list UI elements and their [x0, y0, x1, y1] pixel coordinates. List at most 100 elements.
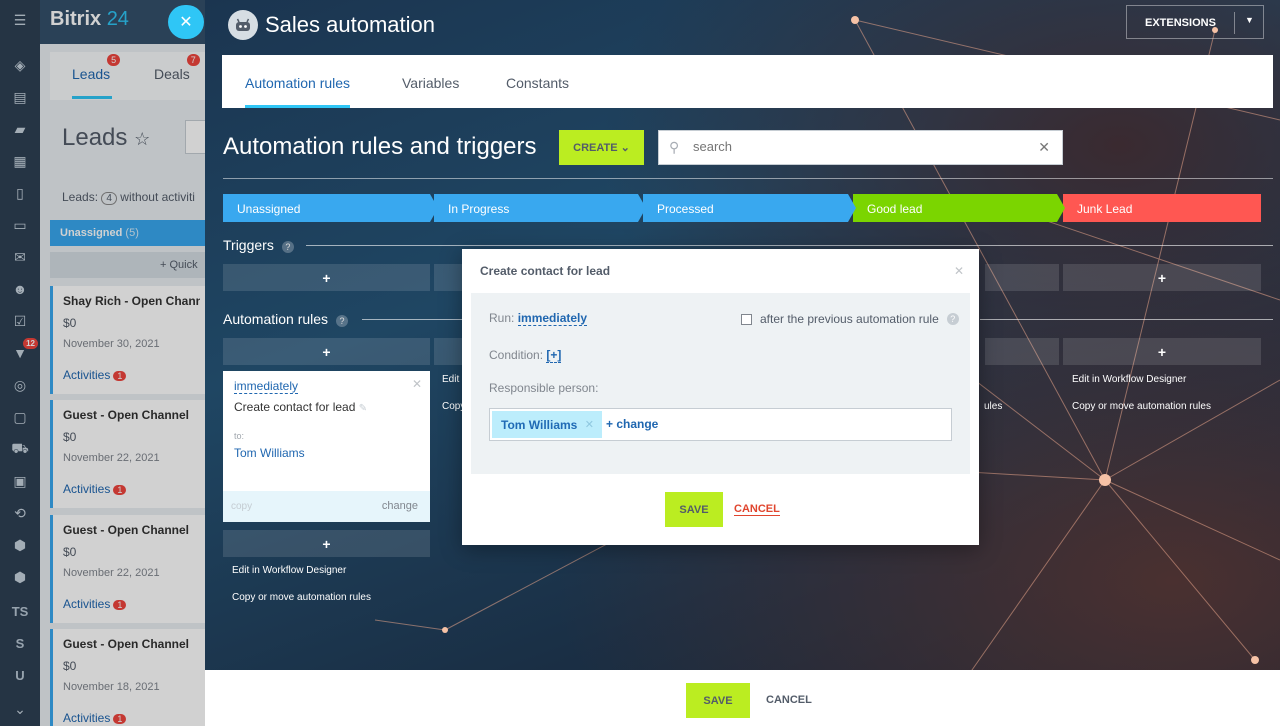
lead-card-activities[interactable]: Activities 1	[63, 711, 200, 725]
lead-card-activities[interactable]: Activities 1	[63, 368, 200, 382]
chevron-down-icon[interactable]: ⌄	[0, 694, 40, 724]
add-rule-button[interactable]: +	[1063, 338, 1261, 365]
activities-badge: 1	[113, 371, 127, 381]
lead-card-title[interactable]: Guest - Open Channel	[63, 523, 200, 537]
calendar-icon[interactable]: ▦	[0, 146, 40, 176]
chevron-down-icon[interactable]: ▼	[1245, 15, 1254, 25]
add-rule-button[interactable]: +	[223, 338, 430, 365]
extensions-button[interactable]: EXTENSIONS ▼	[1126, 5, 1264, 39]
lead-card-title[interactable]: Shay Rich - Open Channel	[63, 294, 200, 308]
contact-card-icon[interactable]: ▣	[0, 466, 40, 496]
change-rule-link[interactable]: change	[382, 500, 418, 512]
u-shortcut[interactable]: U	[0, 660, 40, 690]
close-dialog-icon[interactable]: ✕	[954, 264, 964, 278]
after-previous-checkbox[interactable]	[741, 313, 752, 325]
lead-card[interactable]: Guest - Open Channel $0 November 18, 202…	[50, 629, 210, 726]
responsible-label: Responsible person:	[489, 381, 599, 395]
dialog-save-button[interactable]: SAVE	[665, 492, 723, 527]
tab-variables[interactable]: Variables	[402, 75, 459, 91]
lead-card[interactable]: Guest - Open Channel $0 November 22, 202…	[50, 515, 210, 623]
pencil-icon[interactable]: ✎	[359, 403, 367, 414]
lead-card-title[interactable]: Guest - Open Channel	[63, 408, 200, 422]
activity-icon[interactable]: ◈	[0, 50, 40, 80]
edit-designer-link[interactable]: Edit in Workflow Designer	[1072, 374, 1186, 385]
add-trigger-button[interactable]	[434, 264, 464, 291]
rule-timing-link[interactable]: immediately	[234, 379, 299, 394]
tab-deals-badge: 7	[186, 54, 200, 66]
tab-constants[interactable]: Constants	[506, 75, 569, 91]
stage-junk-lead[interactable]: Junk Lead	[1063, 194, 1261, 222]
help-icon[interactable]: ?	[336, 315, 349, 327]
mail-icon[interactable]: ✉	[0, 242, 40, 272]
tab-leads-label: Leads	[72, 66, 111, 82]
lead-card-sum: $0	[63, 545, 77, 559]
tab-underline	[72, 96, 112, 99]
extensions-divider	[1234, 12, 1235, 34]
run-value-link[interactable]: immediately	[517, 311, 588, 326]
add-rule-button[interactable]	[434, 338, 464, 365]
stage-processed[interactable]: Processed	[643, 194, 856, 222]
document-icon[interactable]: ▯	[0, 178, 40, 208]
edit-designer-link[interactable]: Edit in Workflow Designer	[232, 565, 346, 576]
add-rule-button[interactable]	[985, 338, 1059, 365]
edit-designer-link[interactable]: Edit i	[442, 374, 464, 385]
kanban-column-header[interactable]: Unassigned (5)	[50, 220, 210, 246]
responsible-person-field[interactable]: Tom Williams ✕ + change	[489, 408, 952, 441]
clear-search-icon[interactable]: ✕	[1038, 139, 1050, 156]
stage-unassigned[interactable]: Unassigned	[223, 194, 438, 222]
copy-rule-link[interactable]: copy	[231, 501, 252, 512]
stage-in-progress[interactable]: In Progress	[434, 194, 646, 222]
lead-card[interactable]: Shay Rich - Open Channel $0 November 30,…	[50, 286, 210, 394]
drive-icon[interactable]: ▭	[0, 210, 40, 240]
sync-icon[interactable]: ⟲	[0, 498, 40, 528]
box-icon[interactable]: ⬢	[0, 530, 40, 560]
add-trigger-button[interactable]: +	[1063, 264, 1261, 291]
copy-move-link[interactable]: Copy or move automation rules	[1072, 401, 1211, 412]
lead-card[interactable]: Guest - Open Channel $0 November 22, 202…	[50, 400, 210, 508]
feed-icon[interactable]: ▤	[0, 82, 40, 112]
logo[interactable]: Bitrix 24	[50, 8, 129, 31]
cart-icon[interactable]: ⛟	[0, 434, 40, 464]
copy-move-link[interactable]: ules	[984, 401, 1002, 412]
window-icon[interactable]: ▢	[0, 402, 40, 432]
add-rule-button[interactable]: +	[223, 530, 430, 557]
lead-card-title[interactable]: Guest - Open Channel	[63, 637, 200, 651]
add-trigger-button[interactable]	[985, 264, 1059, 291]
copy-move-link[interactable]: Copy or move automation rules	[232, 592, 371, 603]
star-icon[interactable]: ☆	[134, 129, 150, 149]
tab-automation-rules[interactable]: Automation rules	[245, 75, 351, 108]
help-icon[interactable]: ?	[281, 241, 294, 253]
person-tag[interactable]: Tom Williams ✕	[492, 411, 602, 438]
box-icon-2[interactable]: ⬢	[0, 562, 40, 592]
tab-deals[interactable]: Deals 7	[154, 54, 200, 82]
close-slider-button[interactable]: ✕	[168, 5, 204, 39]
cancel-button[interactable]: CANCEL	[766, 694, 812, 706]
dialog-cancel-button[interactable]: CANCEL	[734, 503, 780, 516]
tasks-icon[interactable]: ☑	[0, 306, 40, 336]
lead-card-activities[interactable]: Activities 1	[63, 482, 200, 496]
s-shortcut[interactable]: S	[0, 628, 40, 658]
save-button[interactable]: SAVE	[686, 683, 750, 718]
after-previous-checkbox-row[interactable]: after the previous automation rule ?	[741, 312, 959, 326]
groups-icon[interactable]: ☻	[0, 274, 40, 304]
target-icon[interactable]: ◎	[0, 370, 40, 400]
delete-rule-icon[interactable]: ✕	[412, 377, 422, 391]
tab-leads[interactable]: Leads 5	[72, 54, 121, 82]
lead-card-activities[interactable]: Activities 1	[63, 597, 200, 611]
change-person-link[interactable]: + change	[606, 417, 658, 431]
stage-good-lead[interactable]: Good lead	[853, 194, 1065, 222]
remove-tag-icon[interactable]: ✕	[585, 418, 594, 431]
chat-icon[interactable]: ▰	[0, 114, 40, 144]
search-input[interactable]	[693, 139, 1023, 154]
search-box[interactable]: ⚲ ✕	[658, 130, 1063, 165]
automation-rule-card[interactable]: immediately ✕ Create contact for lead ✎ …	[223, 371, 430, 522]
create-button[interactable]: CREATE ⌄	[559, 130, 644, 165]
crm-filter-icon[interactable]: ▼ 12	[0, 338, 40, 368]
logo-number: 24	[106, 8, 129, 30]
quick-add-button[interactable]: + Quick	[50, 252, 210, 278]
menu-icon[interactable]: ☰	[0, 5, 40, 35]
ts-shortcut[interactable]: TS	[0, 596, 40, 626]
add-condition-link[interactable]: [+]	[546, 348, 562, 363]
help-icon[interactable]: ?	[946, 313, 959, 325]
add-trigger-button[interactable]: +	[223, 264, 430, 291]
